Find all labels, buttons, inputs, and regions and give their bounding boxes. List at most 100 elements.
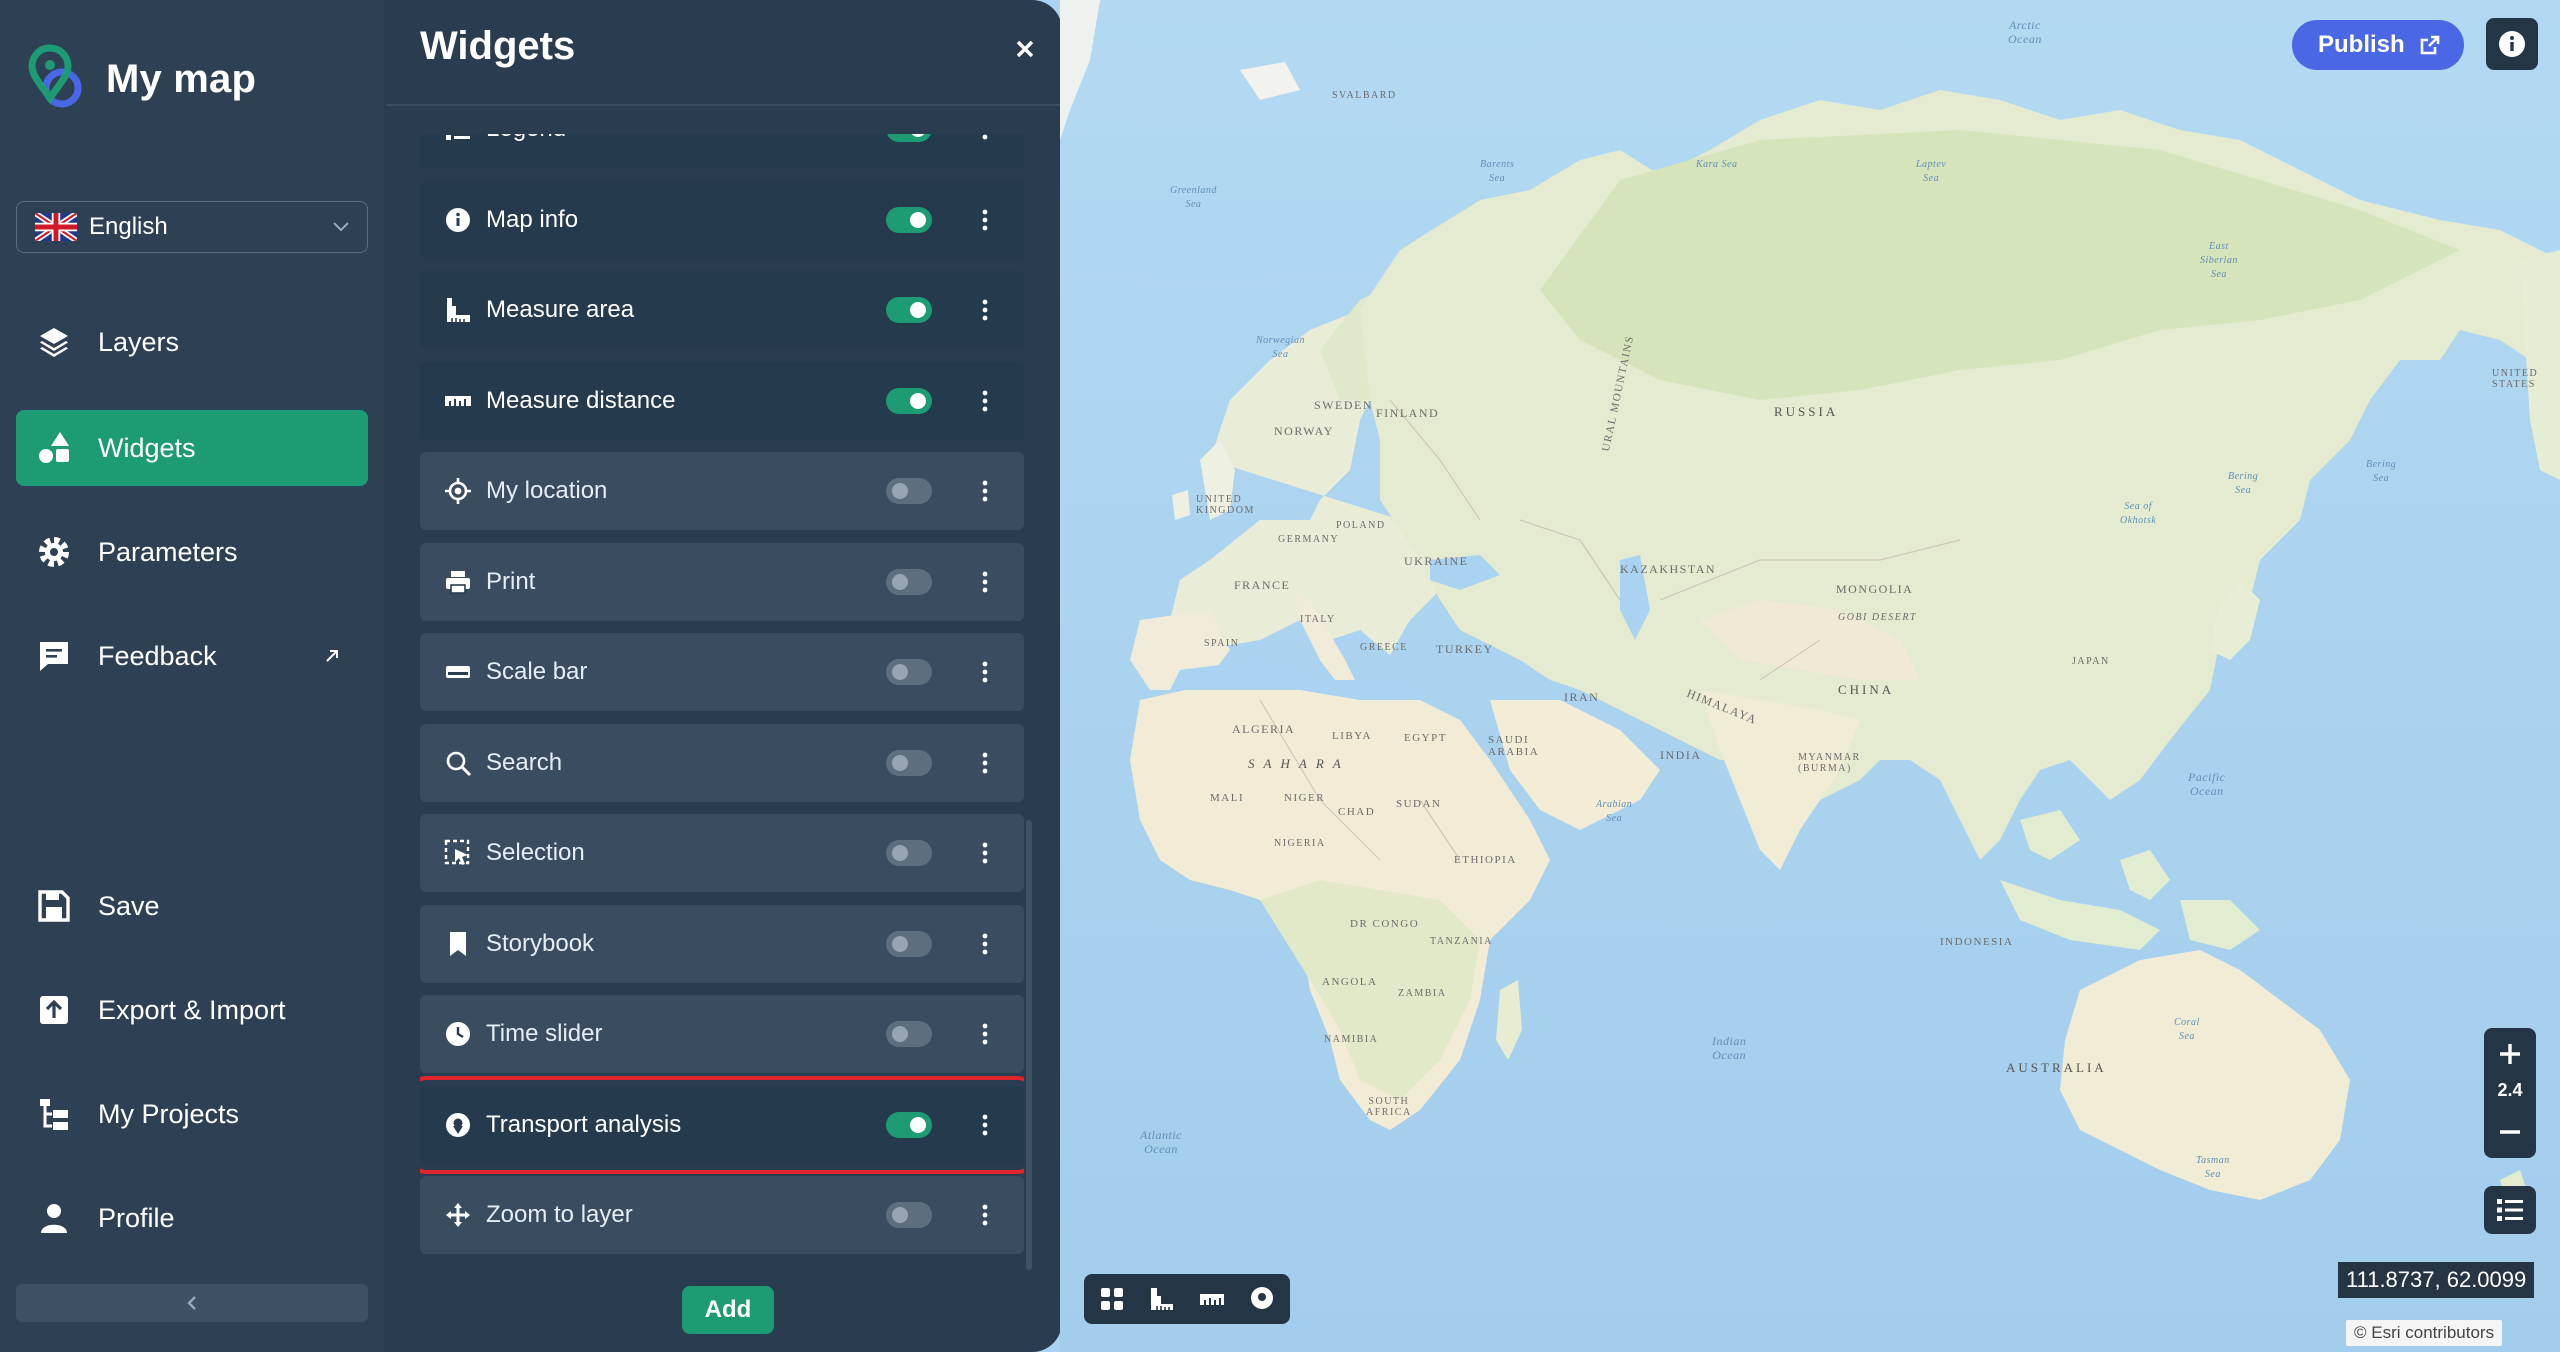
- nav-layers-label: Layers: [98, 326, 180, 357]
- widget-label: Storybook: [486, 929, 595, 957]
- external-link-icon: [326, 650, 338, 662]
- nav-widgets[interactable]: Widgets: [16, 410, 368, 486]
- map-label: UKRAINE: [1404, 554, 1469, 568]
- widget-toggle[interactable]: [886, 1111, 932, 1138]
- chevron-down-icon: [333, 222, 349, 232]
- more-options-icon[interactable]: [980, 929, 990, 959]
- more-options-icon[interactable]: [980, 205, 990, 235]
- map-label: AUSTRALIA: [2006, 1060, 2107, 1075]
- more-options-icon[interactable]: [980, 838, 990, 868]
- map-label: Bering Sea: [2228, 471, 2259, 496]
- widget-toggle[interactable]: [886, 1202, 932, 1228]
- widget-label: Zoom to layer: [486, 1201, 633, 1228]
- widget-label: Measure distance: [486, 386, 676, 414]
- nav-profile[interactable]: Profile: [16, 1180, 368, 1256]
- grid-icon[interactable]: [1096, 1283, 1128, 1315]
- widget-row-print[interactable]: Print: [420, 542, 1024, 621]
- printer-icon: [446, 570, 470, 594]
- map-label: DR CONGO: [1350, 918, 1420, 930]
- widget-row-legend[interactable]: Legend: [420, 134, 1024, 168]
- widget-toggle[interactable]: [886, 478, 932, 504]
- widget-toggle[interactable]: [886, 568, 932, 595]
- map-label: Arabian Sea: [1596, 799, 1633, 824]
- widget-row-storybook[interactable]: Storybook: [420, 904, 1024, 983]
- more-options-icon[interactable]: [980, 1019, 990, 1049]
- more-options-icon[interactable]: [980, 567, 990, 597]
- scrollbar[interactable]: [1026, 820, 1032, 1270]
- language-select[interactable]: English: [16, 201, 368, 253]
- widget-row-transport-analysis[interactable]: Transport analysis: [420, 1075, 1024, 1174]
- map-label: LIBYA: [1332, 730, 1372, 742]
- attribution: © Esri contributors: [2346, 1320, 2503, 1346]
- widget-row-scale-bar[interactable]: Scale bar: [420, 633, 1024, 711]
- widget-row-search[interactable]: Search: [420, 723, 1024, 802]
- sidebar-nav: My map English Layers Widgets Parameters…: [0, 0, 384, 1352]
- nav-parameters[interactable]: Parameters: [16, 514, 368, 590]
- more-options-icon[interactable]: [980, 1110, 990, 1140]
- more-options-icon[interactable]: [980, 386, 990, 416]
- map-view[interactable]: Arctic Ocean SVALBARD Greenland Sea Barent…: [1060, 0, 2560, 1352]
- widget-list: Legend Map info Measure area Measure distan…: [420, 134, 1024, 1272]
- more-options-icon[interactable]: [980, 657, 990, 687]
- map-label: Coral Sea: [2174, 1017, 2200, 1042]
- add-widget-button[interactable]: Add: [682, 1286, 774, 1334]
- widget-row-time-slider[interactable]: Time slider: [420, 995, 1024, 1073]
- widget-row-measure-area[interactable]: Measure area: [420, 271, 1024, 349]
- map-label: ALGERIA: [1232, 722, 1296, 736]
- zoom-out-button[interactable]: [2484, 1110, 2536, 1154]
- more-options-icon[interactable]: [980, 295, 990, 325]
- list-icon: [446, 135, 470, 140]
- map-label: SAUDI ARABIA: [1488, 734, 1540, 758]
- info-button[interactable]: [2486, 18, 2538, 70]
- widget-row-my-location[interactable]: My location: [420, 452, 1024, 530]
- widget-row-zoom-to-layer[interactable]: Zoom to layer: [420, 1176, 1024, 1254]
- widget-toggle[interactable]: [886, 930, 932, 957]
- search-icon: [446, 751, 472, 776]
- list-icon: [2497, 1199, 2523, 1221]
- widget-row-selection[interactable]: Selection: [420, 814, 1024, 892]
- legend-button[interactable]: [2484, 1186, 2536, 1234]
- map-label: UNITED STATES: [2492, 368, 2539, 390]
- widget-row-map-info[interactable]: Map info: [420, 180, 1024, 259]
- publish-button[interactable]: Publish: [2292, 20, 2464, 70]
- nav-export-import[interactable]: Export & Import: [16, 972, 368, 1048]
- widget-toggle[interactable]: [886, 840, 932, 866]
- nav-my-projects[interactable]: My Projects: [16, 1076, 368, 1152]
- more-options-icon[interactable]: [980, 134, 990, 144]
- nav-layers[interactable]: Layers: [16, 304, 368, 380]
- move-arrows-icon: [446, 1203, 470, 1227]
- map-label: JAPAN: [2072, 656, 2110, 667]
- widgets-panel: Widgets Legend Map info Measure area Measur…: [384, 0, 1062, 1352]
- divider: [386, 104, 1062, 106]
- more-options-icon[interactable]: [980, 748, 990, 778]
- nav-save[interactable]: Save: [16, 868, 368, 944]
- more-options-icon[interactable]: [980, 476, 990, 506]
- widget-toggle[interactable]: [886, 1021, 932, 1047]
- map-label: Greenland Sea: [1170, 185, 1217, 210]
- widget-toggle[interactable]: [886, 387, 932, 414]
- map-label: Laptev Sea: [1916, 159, 1947, 184]
- user-icon: [41, 1204, 67, 1233]
- map-label: S A H A R A: [1248, 756, 1344, 771]
- widget-row-measure-distance[interactable]: Measure distance: [420, 361, 1024, 440]
- widget-toggle[interactable]: [886, 749, 932, 776]
- world-basemap: [1060, 0, 2560, 1352]
- map-label: CHINA: [1838, 682, 1895, 697]
- widget-toggle[interactable]: [886, 206, 932, 233]
- external-link-icon: [2420, 35, 2440, 55]
- close-icon[interactable]: [1010, 34, 1040, 64]
- widget-toggle[interactable]: [886, 659, 932, 685]
- collapse-sidebar-button[interactable]: [16, 1284, 368, 1322]
- zoom-in-button[interactable]: [2484, 1032, 2536, 1076]
- map-label: EGYPT: [1404, 732, 1447, 744]
- measure-area-icon[interactable]: [1146, 1283, 1178, 1315]
- ruler-icon[interactable]: [1196, 1283, 1228, 1315]
- nav-profile-label: Profile: [98, 1202, 175, 1233]
- map-label: SUDAN: [1396, 798, 1442, 810]
- map-label: ZAMBIA: [1398, 988, 1447, 999]
- location-pin-icon[interactable]: [1246, 1283, 1278, 1315]
- more-options-icon[interactable]: [980, 1200, 990, 1230]
- nav-feedback[interactable]: Feedback: [16, 618, 368, 694]
- widget-toggle[interactable]: [886, 297, 932, 323]
- widget-toggle[interactable]: [886, 134, 932, 142]
